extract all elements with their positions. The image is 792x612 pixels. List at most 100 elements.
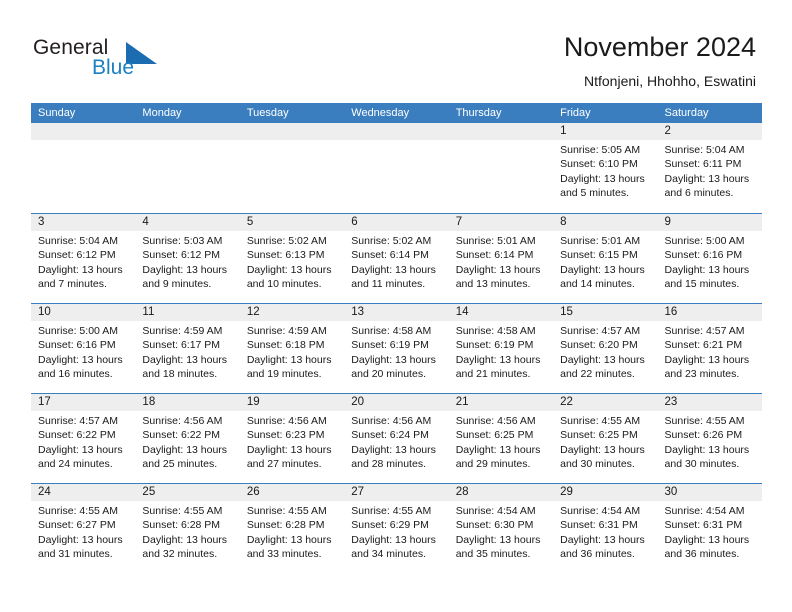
day-cell[interactable]: 1 Sunrise: 5:05 AM Sunset: 6:10 PM Daylight…: [553, 123, 658, 213]
day-cell-empty: [344, 123, 449, 213]
daylight-text-line2: and 6 minutes.: [664, 187, 734, 200]
daylight-text-line2: and 19 minutes.: [246, 368, 322, 381]
daylight-text-line2: and 30 minutes.: [664, 458, 740, 471]
day-details: Sunrise: 4:56 AM Sunset: 6:23 PM Daylight:…: [240, 411, 344, 472]
page-subtitle: Ntfonjeni, Hhohho, Eswatini: [584, 73, 756, 89]
day-cell[interactable]: 10 Sunrise: 5:00 AM Sunset: 6:16 PM Dayligh…: [31, 304, 136, 393]
day-cell-empty: [239, 123, 345, 213]
day-cell[interactable]: 18 Sunrise: 4:56 AM Sunset: 6:22 PM Dayligh…: [135, 394, 240, 483]
day-number: 2: [664, 125, 671, 137]
day-cell[interactable]: 28 Sunrise: 4:54 AM Sunset: 6:30 PM Dayligh…: [448, 484, 554, 573]
day-cell[interactable]: 25 Sunrise: 4:55 AM Sunset: 6:28 PM Dayligh…: [135, 484, 240, 573]
sunset-text: Sunset: 6:31 PM: [664, 519, 743, 532]
day-number: 26: [246, 486, 260, 498]
weekday-header-wednesday: Wednesday: [351, 107, 410, 119]
weekday-header-tuesday: Tuesday: [246, 107, 289, 119]
day-number: 3: [38, 216, 45, 228]
page-header: General Blue November 2024 Ntfonjeni, Hh…: [0, 0, 792, 100]
sunset-text: Sunset: 6:20 PM: [560, 339, 638, 352]
day-details: Sunrise: 4:55 AM Sunset: 6:28 PM Daylight:…: [240, 501, 344, 562]
day-number-band: 30: [657, 484, 762, 501]
day-details: Sunrise: 4:56 AM Sunset: 6:25 PM Daylight:…: [449, 411, 553, 472]
sunrise-text: Sunrise: 4:59 AM: [142, 325, 223, 337]
day-cell[interactable]: 4 Sunrise: 5:03 AM Sunset: 6:12 PM Daylight…: [135, 214, 240, 303]
day-cell[interactable]: 13 Sunrise: 4:58 AM Sunset: 6:19 PM Dayligh…: [344, 304, 449, 393]
daylight-text-line1: Daylight: 13 hours: [246, 443, 332, 456]
day-cell[interactable]: 17 Sunrise: 4:57 AM Sunset: 6:22 PM Dayligh…: [31, 394, 136, 483]
day-details: Sunrise: 4:57 AM Sunset: 6:21 PM Daylight:…: [658, 321, 762, 382]
sunset-text: Sunset: 6:28 PM: [142, 519, 221, 532]
sunset-text: Sunset: 6:31 PM: [560, 519, 638, 532]
daylight-text-line2: and 10 minutes.: [246, 278, 322, 291]
day-cell[interactable]: 12 Sunrise: 4:59 AM Sunset: 6:18 PM Dayligh…: [239, 304, 345, 393]
day-number-band: [135, 123, 240, 140]
sunrise-text: Sunrise: 5:04 AM: [38, 235, 118, 247]
calendar-grid: Sunday Monday Tuesday Wednesday Thursday…: [31, 103, 762, 573]
day-number-band: 1: [553, 123, 658, 140]
day-cell[interactable]: 9 Sunrise: 5:00 AM Sunset: 6:16 PM Daylight…: [657, 214, 762, 303]
day-number: 19: [246, 396, 260, 408]
day-cell[interactable]: 15 Sunrise: 4:57 AM Sunset: 6:20 PM Dayligh…: [553, 304, 658, 393]
sunset-text: Sunset: 6:24 PM: [351, 429, 429, 442]
day-cell[interactable]: 5 Sunrise: 5:02 AM Sunset: 6:13 PM Daylight…: [239, 214, 345, 303]
day-number: 11: [142, 306, 155, 318]
day-cell-empty: [31, 123, 136, 213]
sunset-text: Sunset: 6:18 PM: [246, 339, 325, 352]
day-cell[interactable]: 30 Sunrise: 4:54 AM Sunset: 6:31 PM Dayligh…: [657, 484, 762, 573]
day-number: 10: [38, 306, 51, 318]
daylight-text-line2: and 31 minutes.: [38, 548, 113, 561]
daylight-text-line1: Daylight: 13 hours: [38, 443, 123, 456]
sunrise-text: Sunrise: 4:59 AM: [246, 325, 327, 337]
daylight-text-line1: Daylight: 13 hours: [455, 353, 541, 366]
sunset-text: Sunset: 6:10 PM: [560, 158, 638, 171]
day-cell[interactable]: 23 Sunrise: 4:55 AM Sunset: 6:26 PM Dayligh…: [657, 394, 762, 483]
day-number: 27: [351, 486, 365, 498]
logo-text-blue: Blue: [92, 56, 135, 79]
day-cell[interactable]: 19 Sunrise: 4:56 AM Sunset: 6:23 PM Dayligh…: [239, 394, 345, 483]
day-number-band: 27: [344, 484, 449, 501]
day-number: 25: [142, 486, 156, 498]
day-number-band: 22: [553, 394, 658, 411]
day-number-band: 26: [239, 484, 345, 501]
weeks-container: 1 Sunrise: 5:05 AM Sunset: 6:10 PM Daylight…: [31, 123, 762, 573]
sunrise-text: Sunrise: 5:04 AM: [664, 144, 745, 156]
sunrise-text: Sunrise: 4:54 AM: [560, 505, 641, 517]
day-number: 12: [246, 306, 260, 318]
day-number-band: [344, 123, 449, 140]
day-number-band: 2: [657, 123, 762, 140]
day-cell[interactable]: 2 Sunrise: 5:04 AM Sunset: 6:11 PM Daylight…: [657, 123, 762, 213]
day-cell[interactable]: 20 Sunrise: 4:56 AM Sunset: 6:24 PM Dayligh…: [344, 394, 449, 483]
day-cell[interactable]: 11 Sunrise: 4:59 AM Sunset: 6:17 PM Dayligh…: [135, 304, 240, 393]
day-cell[interactable]: 24 Sunrise: 4:55 AM Sunset: 6:27 PM Dayligh…: [31, 484, 136, 573]
day-cell[interactable]: 26 Sunrise: 4:55 AM Sunset: 6:28 PM Dayligh…: [239, 484, 345, 573]
daylight-text-line1: Daylight: 13 hours: [560, 353, 645, 366]
daylight-text-line2: and 21 minutes.: [455, 368, 531, 381]
sunrise-text: Sunrise: 4:55 AM: [38, 505, 118, 517]
weekday-header-thursday: Thursday: [455, 107, 502, 119]
day-cell[interactable]: 3 Sunrise: 5:04 AM Sunset: 6:12 PM Daylight…: [31, 214, 136, 303]
daylight-text-line2: and 15 minutes.: [664, 278, 740, 291]
daylight-text-line1: Daylight: 13 hours: [246, 263, 332, 276]
daylight-text-line1: Daylight: 13 hours: [351, 353, 436, 366]
day-cell[interactable]: 22 Sunrise: 4:55 AM Sunset: 6:25 PM Dayligh…: [553, 394, 658, 483]
weekday-header-sunday: Sunday: [38, 107, 76, 119]
daylight-text-line2: and 33 minutes.: [246, 548, 322, 561]
daylight-text-line1: Daylight: 13 hours: [560, 533, 645, 546]
sunrise-text: Sunrise: 4:57 AM: [38, 415, 118, 427]
day-cell[interactable]: 8 Sunrise: 5:01 AM Sunset: 6:15 PM Daylight…: [553, 214, 658, 303]
day-details: Sunrise: 4:59 AM Sunset: 6:17 PM Daylight:…: [135, 321, 239, 382]
day-number: 5: [246, 216, 254, 228]
day-number-band: 6: [344, 214, 449, 231]
daylight-text-line1: Daylight: 13 hours: [351, 263, 436, 276]
day-cell[interactable]: 6 Sunrise: 5:02 AM Sunset: 6:14 PM Daylight…: [344, 214, 449, 303]
day-cell[interactable]: 14 Sunrise: 4:58 AM Sunset: 6:19 PM Dayligh…: [448, 304, 554, 393]
day-cell[interactable]: 21 Sunrise: 4:56 AM Sunset: 6:25 PM Dayligh…: [448, 394, 554, 483]
day-number: 20: [351, 396, 365, 408]
week-row: 3 Sunrise: 5:04 AM Sunset: 6:12 PM Daylight…: [31, 213, 762, 303]
day-cell[interactable]: 16 Sunrise: 4:57 AM Sunset: 6:21 PM Dayligh…: [657, 304, 762, 393]
day-number-band: 15: [553, 304, 658, 321]
day-cell[interactable]: 29 Sunrise: 4:54 AM Sunset: 6:31 PM Dayligh…: [553, 484, 658, 573]
day-cell[interactable]: 27 Sunrise: 4:55 AM Sunset: 6:29 PM Dayligh…: [344, 484, 449, 573]
day-cell[interactable]: 7 Sunrise: 5:01 AM Sunset: 6:14 PM Daylight…: [448, 214, 554, 303]
general-blue-logo[interactable]: General Blue: [33, 36, 203, 82]
